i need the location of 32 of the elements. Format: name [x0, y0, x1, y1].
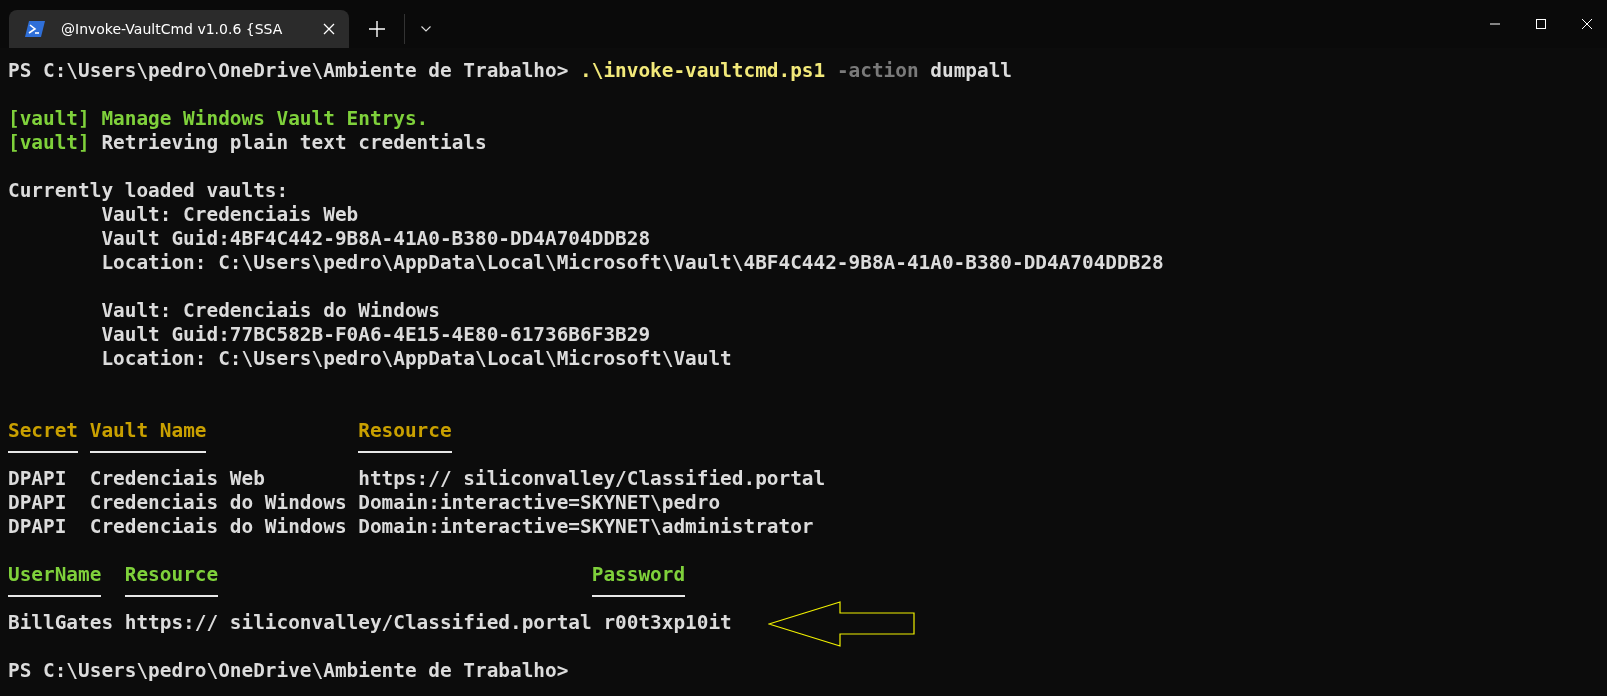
terminal-tab[interactable]: @Invoke-VaultCmd v1.0.6 {SSA	[9, 10, 349, 48]
output-text: Vault: Credenciais Web	[100, 203, 359, 227]
output-text: Location: C:\Users\pedro\AppData\Local\Microsoft\Vault	[100, 347, 732, 371]
output-text: -action	[835, 59, 919, 83]
close-icon[interactable]	[1582, 19, 1592, 29]
column-header: Resource	[124, 563, 219, 587]
output-text: [vault] Manage Windows Vault Entrys.	[8, 107, 429, 131]
output-text: PS C:\Users\pedro\OneDrive\Ambiente de Trabalho>	[8, 659, 569, 683]
output-text: Vault Guid:77BC582B-F0A6-4E15-4E80-61736B6F3B29	[100, 323, 651, 347]
column-header: Password	[591, 563, 686, 587]
output-text: PS C:\Users\pedro\OneDrive\Ambiente de Trabalho>	[8, 59, 570, 83]
powershell-icon	[25, 21, 45, 37]
output-text: BillGates https:// siliconvalley/Classified.portal r00t3xp10it	[8, 611, 732, 635]
output-text: Retrieving plain text credentials	[100, 131, 487, 155]
output-text: Vault: Credenciais do Windows	[100, 299, 440, 323]
column-header: Resource	[358, 419, 452, 443]
column-header: Secret	[8, 419, 79, 443]
output-text: Location: C:\Users\pedro\AppData\Local\Microsoft\Vault\4BF4C442-9B8A-41A0-B380-DD4A704DDB28	[100, 251, 1164, 275]
column-header: Vault Name	[89, 419, 207, 443]
output-text: Vault Guid:4BF4C442-9B8A-41A0-B380-DD4A704DDB28	[100, 227, 651, 251]
column-header: UserName	[8, 563, 102, 587]
output-text: Currently loaded vaults:	[8, 179, 289, 203]
output-text: [vault]	[8, 131, 90, 155]
output-text: DPAPI Credenciais do Windows Domain:interactive=SKYNET\pedro	[8, 491, 721, 515]
close-tab-icon[interactable]	[323, 23, 335, 35]
maximize-icon[interactable]	[1536, 19, 1546, 29]
output-text: dumpall	[929, 59, 1013, 83]
output-text: DPAPI Credenciais do Windows Domain:interactive=SKYNET\administrator	[8, 515, 814, 539]
output-text: DPAPI Credenciais Web https:// siliconvalley/Classified.portal	[8, 467, 826, 491]
dropdown-chevron-icon[interactable]	[421, 26, 431, 32]
new-tab-icon[interactable]	[369, 21, 385, 37]
output-text: .\invoke-vaultcmd.ps1	[580, 59, 826, 83]
